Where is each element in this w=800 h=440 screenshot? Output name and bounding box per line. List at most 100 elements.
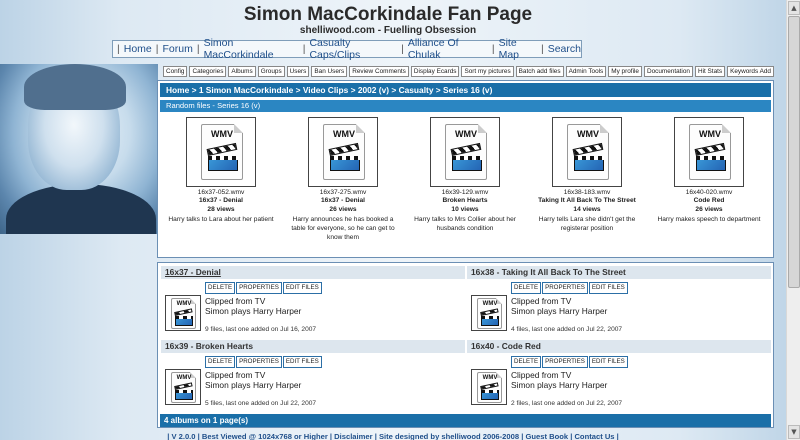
admin-tools-button[interactable]: Admin Tools (565, 66, 607, 77)
properties-button[interactable]: PROPERTIES (236, 356, 282, 368)
file-thumbnail[interactable]: WMV (308, 117, 378, 187)
footer-best-viewed: Best Viewed @ 1024x768 or Higher (201, 432, 328, 440)
delete-button[interactable]: DELETE (205, 282, 236, 294)
random-files-header: Random files - Series 16 (v) (160, 100, 771, 112)
album-description: Clipped from TV Simon plays Harry Harper (511, 296, 608, 316)
footer-disclaimer-link[interactable]: Disclaimer (334, 432, 372, 440)
clapperboard-icon (480, 308, 499, 326)
nav-casualty-link[interactable]: Casualty Caps/Clips (309, 37, 397, 61)
albums-count-footer: 4 albums on 1 page(s) (160, 414, 771, 427)
wmv-file-icon: WMV (201, 124, 243, 180)
edit-files-button[interactable]: EDIT FILES (282, 356, 322, 368)
admin-keywords-add-button[interactable]: Keywords Add (727, 66, 774, 77)
file-description: Harry makes speech to department (657, 216, 761, 223)
file-views: 10 views (451, 206, 479, 213)
nav-simon-link[interactable]: Simon MacCorkindale (204, 37, 299, 61)
admin-sort-pictures-button[interactable]: Sort my pictures (461, 66, 514, 77)
nav-home-link[interactable]: Home (124, 43, 152, 55)
wmv-file-icon: WMV (477, 298, 502, 329)
file-thumbnail[interactable]: WMV (552, 117, 622, 187)
footer-guestbook-link[interactable]: Guest Book (525, 432, 568, 440)
admin-groups-button[interactable]: Groups (257, 66, 285, 77)
edit-files-button[interactable]: EDIT FILES (282, 282, 322, 294)
nav-sitemap-link[interactable]: Site Map (499, 37, 537, 61)
random-file-item: WMV 16x37-275.wmv 16x37 - Denial 26 view… (282, 117, 404, 242)
album-meta: 2 files, last one added on Jul 22, 2007 (511, 400, 623, 407)
wmv-file-icon: WMV (477, 372, 502, 403)
clapperboard-icon (174, 308, 193, 326)
file-title: Taking It All Back To The Street (538, 197, 636, 204)
nav-separator: | (117, 43, 120, 55)
clapperboard-icon (572, 142, 604, 171)
properties-button[interactable]: PROPERTIES (542, 282, 588, 294)
delete-button[interactable]: DELETE (511, 356, 542, 368)
properties-button[interactable]: PROPERTIES (542, 356, 588, 368)
clapperboard-icon (480, 382, 499, 400)
album-item: 16x40 - Code Red WMV DELETE PROPERTIES E… (467, 340, 771, 410)
scroll-thumb[interactable] (788, 16, 800, 288)
album-meta: 9 files, last one added on Jul 16, 2007 (205, 326, 317, 333)
random-file-item: WMV 16x40-020.wmv Code Red 26 views Harr… (648, 117, 770, 242)
page-scrollbar[interactable]: ▲ ▼ (786, 0, 800, 440)
wmv-file-icon: WMV (323, 124, 365, 180)
admin-documentation-button[interactable]: Documentation (643, 66, 693, 77)
file-thumbnail[interactable]: WMV (430, 117, 500, 187)
admin-batch-add-button[interactable]: Batch add files (515, 66, 564, 77)
random-file-item: WMV 16x37-052.wmv 16x37 - Denial 28 view… (160, 117, 282, 242)
album-title[interactable]: 16x37 - Denial (161, 266, 465, 279)
nav-separator: | (155, 43, 159, 55)
admin-display-ecards-button[interactable]: Display Ecards (410, 66, 460, 77)
album-title[interactable]: 16x38 - Taking It All Back To The Street (467, 266, 771, 279)
main-nav: | Home | Forum | Simon MacCorkindale | C… (112, 37, 582, 61)
nav-forum-link[interactable]: Forum (162, 43, 192, 55)
album-meta: 5 files, last one added on Jul 22, 2007 (205, 400, 317, 407)
album-item: 16x39 - Broken Hearts WMV DELETE PROPERT… (161, 340, 465, 410)
random-file-item: WMV 16x39-129.wmv Broken Hearts 10 views… (404, 117, 526, 242)
photo-hair (24, 64, 126, 110)
photo-shoulders (6, 184, 156, 234)
album-description: Clipped from TV Simon plays Harry Harper (205, 296, 302, 316)
clapperboard-icon (450, 142, 482, 171)
file-views: 26 views (695, 206, 723, 213)
admin-categories-button[interactable]: Categories (189, 66, 227, 77)
breadcrumb[interactable]: Home > 1 Simon MacCorkindale > Video Cli… (160, 83, 771, 97)
file-thumbnail[interactable]: WMV (674, 117, 744, 187)
album-thumbnail[interactable]: WMV (471, 369, 507, 405)
file-name: 16x38-183.wmv (563, 189, 611, 196)
admin-hit-stats-button[interactable]: Hit Stats (694, 66, 726, 77)
file-views: 14 views (573, 206, 601, 213)
nav-search-link[interactable]: Search (548, 43, 581, 55)
album-title[interactable]: 16x40 - Code Red (467, 340, 771, 353)
album-thumbnail[interactable]: WMV (165, 369, 201, 405)
scroll-down-icon[interactable]: ▼ (788, 425, 800, 439)
delete-button[interactable]: DELETE (511, 282, 542, 294)
admin-ban-users-button[interactable]: Ban Users (311, 66, 348, 77)
file-thumbnail[interactable]: WMV (186, 117, 256, 187)
random-files-panel: Home > 1 Simon MacCorkindale > Video Cli… (157, 80, 774, 258)
admin-users-button[interactable]: Users (286, 66, 310, 77)
site-title: Simon MacCorkindale Fan Page (243, 4, 533, 25)
album-item: 16x38 - Taking It All Back To The Street… (467, 266, 771, 336)
edit-files-button[interactable]: EDIT FILES (588, 356, 628, 368)
admin-toolbar: Config Categories Albums Groups Users Ba… (163, 66, 774, 77)
footer-credit: Site designed by shelliwood 2006-2008 (378, 432, 520, 440)
wmv-file-icon: WMV (445, 124, 487, 180)
file-name: 16x40-020.wmv (685, 189, 733, 196)
nav-alliance-link[interactable]: Alliance Of Chulak (408, 37, 488, 61)
admin-albums-button[interactable]: Albums (228, 66, 256, 77)
admin-my-profile-button[interactable]: My profile (608, 66, 642, 77)
clapperboard-icon (328, 142, 360, 171)
admin-review-comments-button[interactable]: Review Comments (349, 66, 409, 77)
properties-button[interactable]: PROPERTIES (236, 282, 282, 294)
album-thumbnail[interactable]: WMV (471, 295, 507, 331)
site-footer: | V 2.0.0 | Best Viewed @ 1024x768 or Hi… (167, 432, 619, 440)
admin-config-button[interactable]: Config (163, 66, 188, 77)
scroll-up-icon[interactable]: ▲ (788, 1, 800, 15)
nav-separator: | (196, 43, 200, 55)
file-title: 16x37 - Denial (321, 197, 365, 204)
edit-files-button[interactable]: EDIT FILES (588, 282, 628, 294)
album-title[interactable]: 16x39 - Broken Hearts (161, 340, 465, 353)
footer-contact-link[interactable]: Contact Us (574, 432, 614, 440)
album-thumbnail[interactable]: WMV (165, 295, 201, 331)
delete-button[interactable]: DELETE (205, 356, 236, 368)
